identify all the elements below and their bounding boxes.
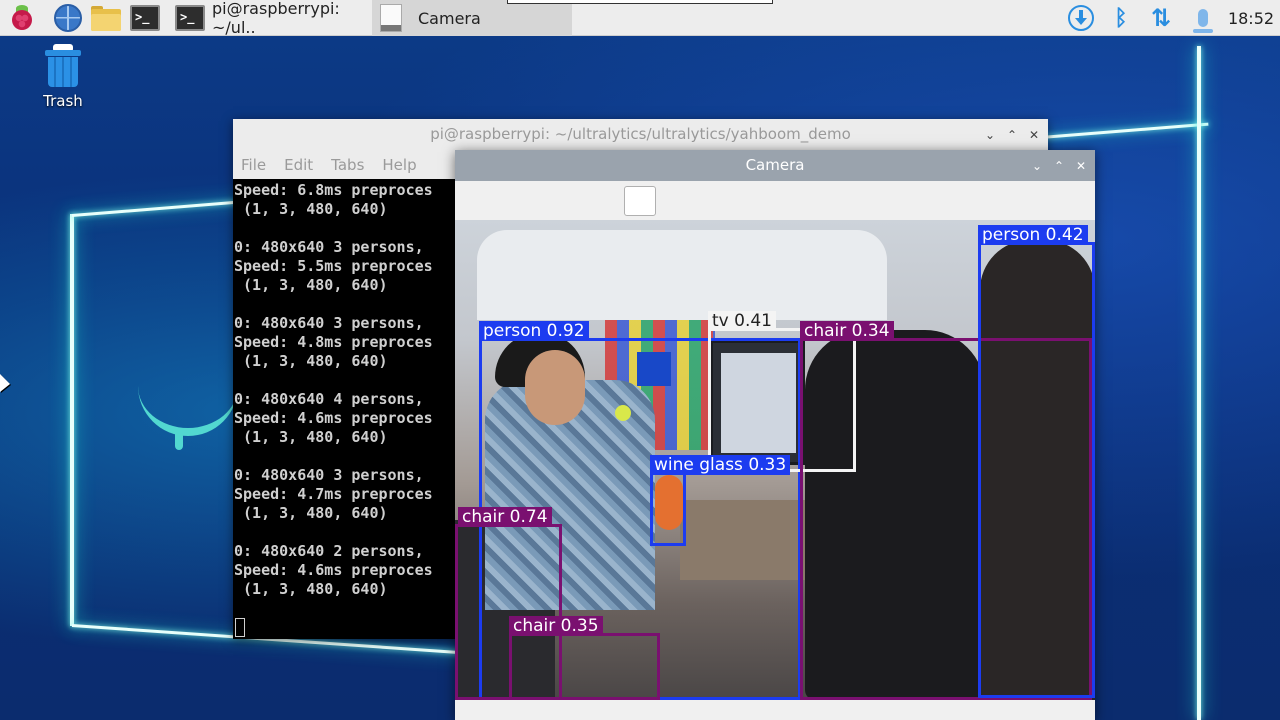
terminal-close-icon[interactable]: ✕	[1026, 127, 1042, 143]
camera-titlebar[interactable]: Camera ⌄ ⌃ ✕	[455, 150, 1095, 181]
wallpaper-logo-tick	[175, 428, 183, 450]
terminal-cursor	[235, 618, 245, 637]
browser-launcher-icon[interactable]	[53, 4, 83, 32]
window-icon	[380, 4, 402, 32]
terminal-launcher-icon[interactable]: >_	[130, 4, 160, 32]
office-wall	[477, 230, 887, 320]
terminal-minimize-icon[interactable]: ⌄	[982, 127, 998, 143]
taskbar: >_ >_ pi@raspberrypi: ~/ul.. Camera ᛒ ⇅ …	[0, 0, 1280, 37]
camera-close-icon[interactable]: ✕	[1073, 158, 1089, 174]
detection-box-person: person 0.42	[978, 225, 1095, 698]
camera-toolbar-button[interactable]	[624, 186, 656, 216]
person-left-head	[525, 350, 585, 425]
terminal-title: pi@raspberrypi: ~/ultralytics/ultralytic…	[430, 125, 851, 143]
neon-frame-right	[1197, 46, 1201, 720]
menu-edit[interactable]: Edit	[284, 156, 313, 174]
raspberry-menu-icon[interactable]	[7, 4, 37, 32]
camera-toolbar	[455, 181, 1095, 220]
trash-label: Trash	[43, 92, 83, 110]
mouse-cursor-icon	[0, 374, 10, 392]
detection-label: person 0.92	[479, 321, 589, 341]
trash-desktop-icon[interactable]: Trash	[30, 44, 96, 110]
detection-box-wine-glass: wine glass 0.33	[650, 455, 791, 546]
terminal-icon: >_	[175, 5, 205, 31]
menu-help[interactable]: Help	[382, 156, 416, 174]
clock[interactable]: 18:52	[1226, 0, 1276, 36]
wallpaper-logo-arc	[138, 376, 238, 436]
file-manager-launcher-icon[interactable]	[90, 4, 121, 32]
bluetooth-icon[interactable]: ᛒ	[1108, 0, 1134, 36]
neon-frame-left	[70, 214, 74, 626]
updates-download-icon[interactable]	[1066, 0, 1096, 36]
camera-maximize-icon[interactable]: ⌃	[1051, 158, 1067, 174]
taskbar-blank-task	[507, 0, 773, 4]
detection-label: wine glass 0.33	[650, 455, 791, 475]
detection-label: chair 0.74	[458, 507, 552, 527]
camera-statusbar	[455, 700, 1095, 720]
camera-minimize-icon[interactable]: ⌄	[1029, 158, 1045, 174]
camera-feed: person 0.92 tv 0.41 chair 0.34 person 0.…	[455, 220, 1095, 700]
terminal-titlebar[interactable]: pi@raspberrypi: ~/ultralytics/ultralytic…	[233, 119, 1048, 150]
camera-title: Camera	[745, 156, 805, 174]
camera-window[interactable]: Camera ⌄ ⌃ ✕ person 0.92 tv 0.41 chair 0	[455, 150, 1095, 720]
detection-box-chair: chair 0.35	[509, 616, 660, 700]
detection-label: tv 0.41	[708, 311, 776, 331]
taskbar-camera-label: Camera	[418, 8, 481, 28]
menu-file[interactable]: File	[241, 156, 266, 174]
terminal-maximize-icon[interactable]: ⌃	[1004, 127, 1020, 143]
trash-icon	[45, 44, 81, 87]
menu-tabs[interactable]: Tabs	[331, 156, 364, 174]
taskbar-camera-task[interactable]: Camera	[372, 0, 572, 36]
detection-label: person 0.42	[978, 225, 1088, 245]
detection-label: chair 0.34	[800, 321, 894, 341]
microphone-icon[interactable]	[1190, 0, 1216, 36]
taskbar-terminal-task[interactable]: >_ pi@raspberrypi: ~/ul..	[170, 0, 372, 37]
detection-label: chair 0.35	[509, 616, 603, 636]
taskbar-terminal-label: pi@raspberrypi: ~/ul..	[212, 0, 340, 37]
network-icon[interactable]: ⇅	[1146, 0, 1176, 36]
